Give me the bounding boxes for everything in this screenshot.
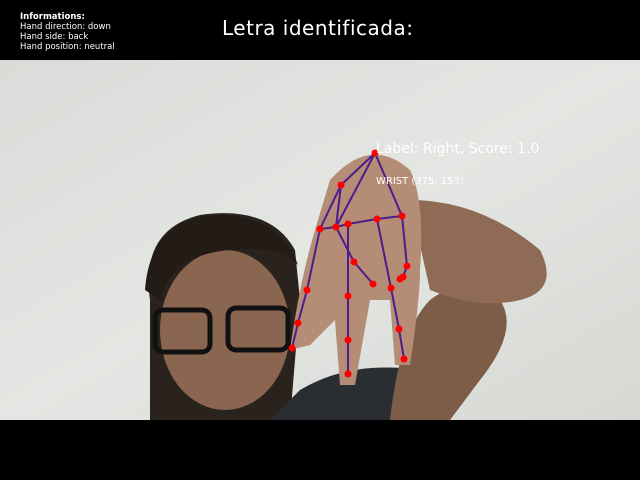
hand-label-text: Label: Right, Score: 1.0 bbox=[376, 141, 539, 157]
hand-landmark-point bbox=[288, 344, 296, 352]
hand-landmark-point bbox=[396, 275, 404, 283]
hand-landmark-point bbox=[344, 292, 352, 300]
hand-landmark-point bbox=[373, 215, 381, 223]
hand-landmark-point bbox=[344, 370, 352, 378]
hand-landmark-point bbox=[369, 280, 377, 288]
hand-landmark-point bbox=[303, 286, 311, 294]
footer-bar bbox=[0, 420, 640, 480]
hand-position: Hand position: neutral bbox=[20, 42, 115, 52]
hand-landmark-point bbox=[350, 258, 358, 266]
identified-letter-title: Letra identificada: bbox=[222, 16, 414, 40]
wrist-coordinate-text: WRIST (375, 153) bbox=[376, 176, 464, 187]
hand-landmark-point bbox=[398, 212, 406, 220]
hand-landmark-point bbox=[337, 181, 345, 189]
hand-landmark-point bbox=[332, 223, 340, 231]
hand-landmark-point bbox=[294, 319, 302, 327]
hand-landmark-point bbox=[344, 220, 352, 228]
hand-landmark-point bbox=[395, 325, 403, 333]
hand-landmark-point bbox=[387, 284, 395, 292]
hand-direction: Hand direction: down bbox=[20, 22, 111, 32]
hand-landmark-point bbox=[400, 355, 408, 363]
hand-landmark-point bbox=[316, 225, 324, 233]
hand-side: Hand side: back bbox=[20, 32, 89, 42]
info-panel: Informations: Hand direction: down Hand … bbox=[20, 12, 115, 52]
info-heading: Informations: bbox=[20, 12, 85, 22]
camera-feed: Label: Right, Score: 1.0 WRIST (375, 153… bbox=[0, 60, 640, 420]
hand-recognition-window: Informations: Hand direction: down Hand … bbox=[0, 0, 640, 480]
hand-landmark-point bbox=[403, 262, 411, 270]
hand-landmark-point bbox=[344, 336, 352, 344]
info-header: Informations: Hand direction: down Hand … bbox=[0, 0, 640, 60]
